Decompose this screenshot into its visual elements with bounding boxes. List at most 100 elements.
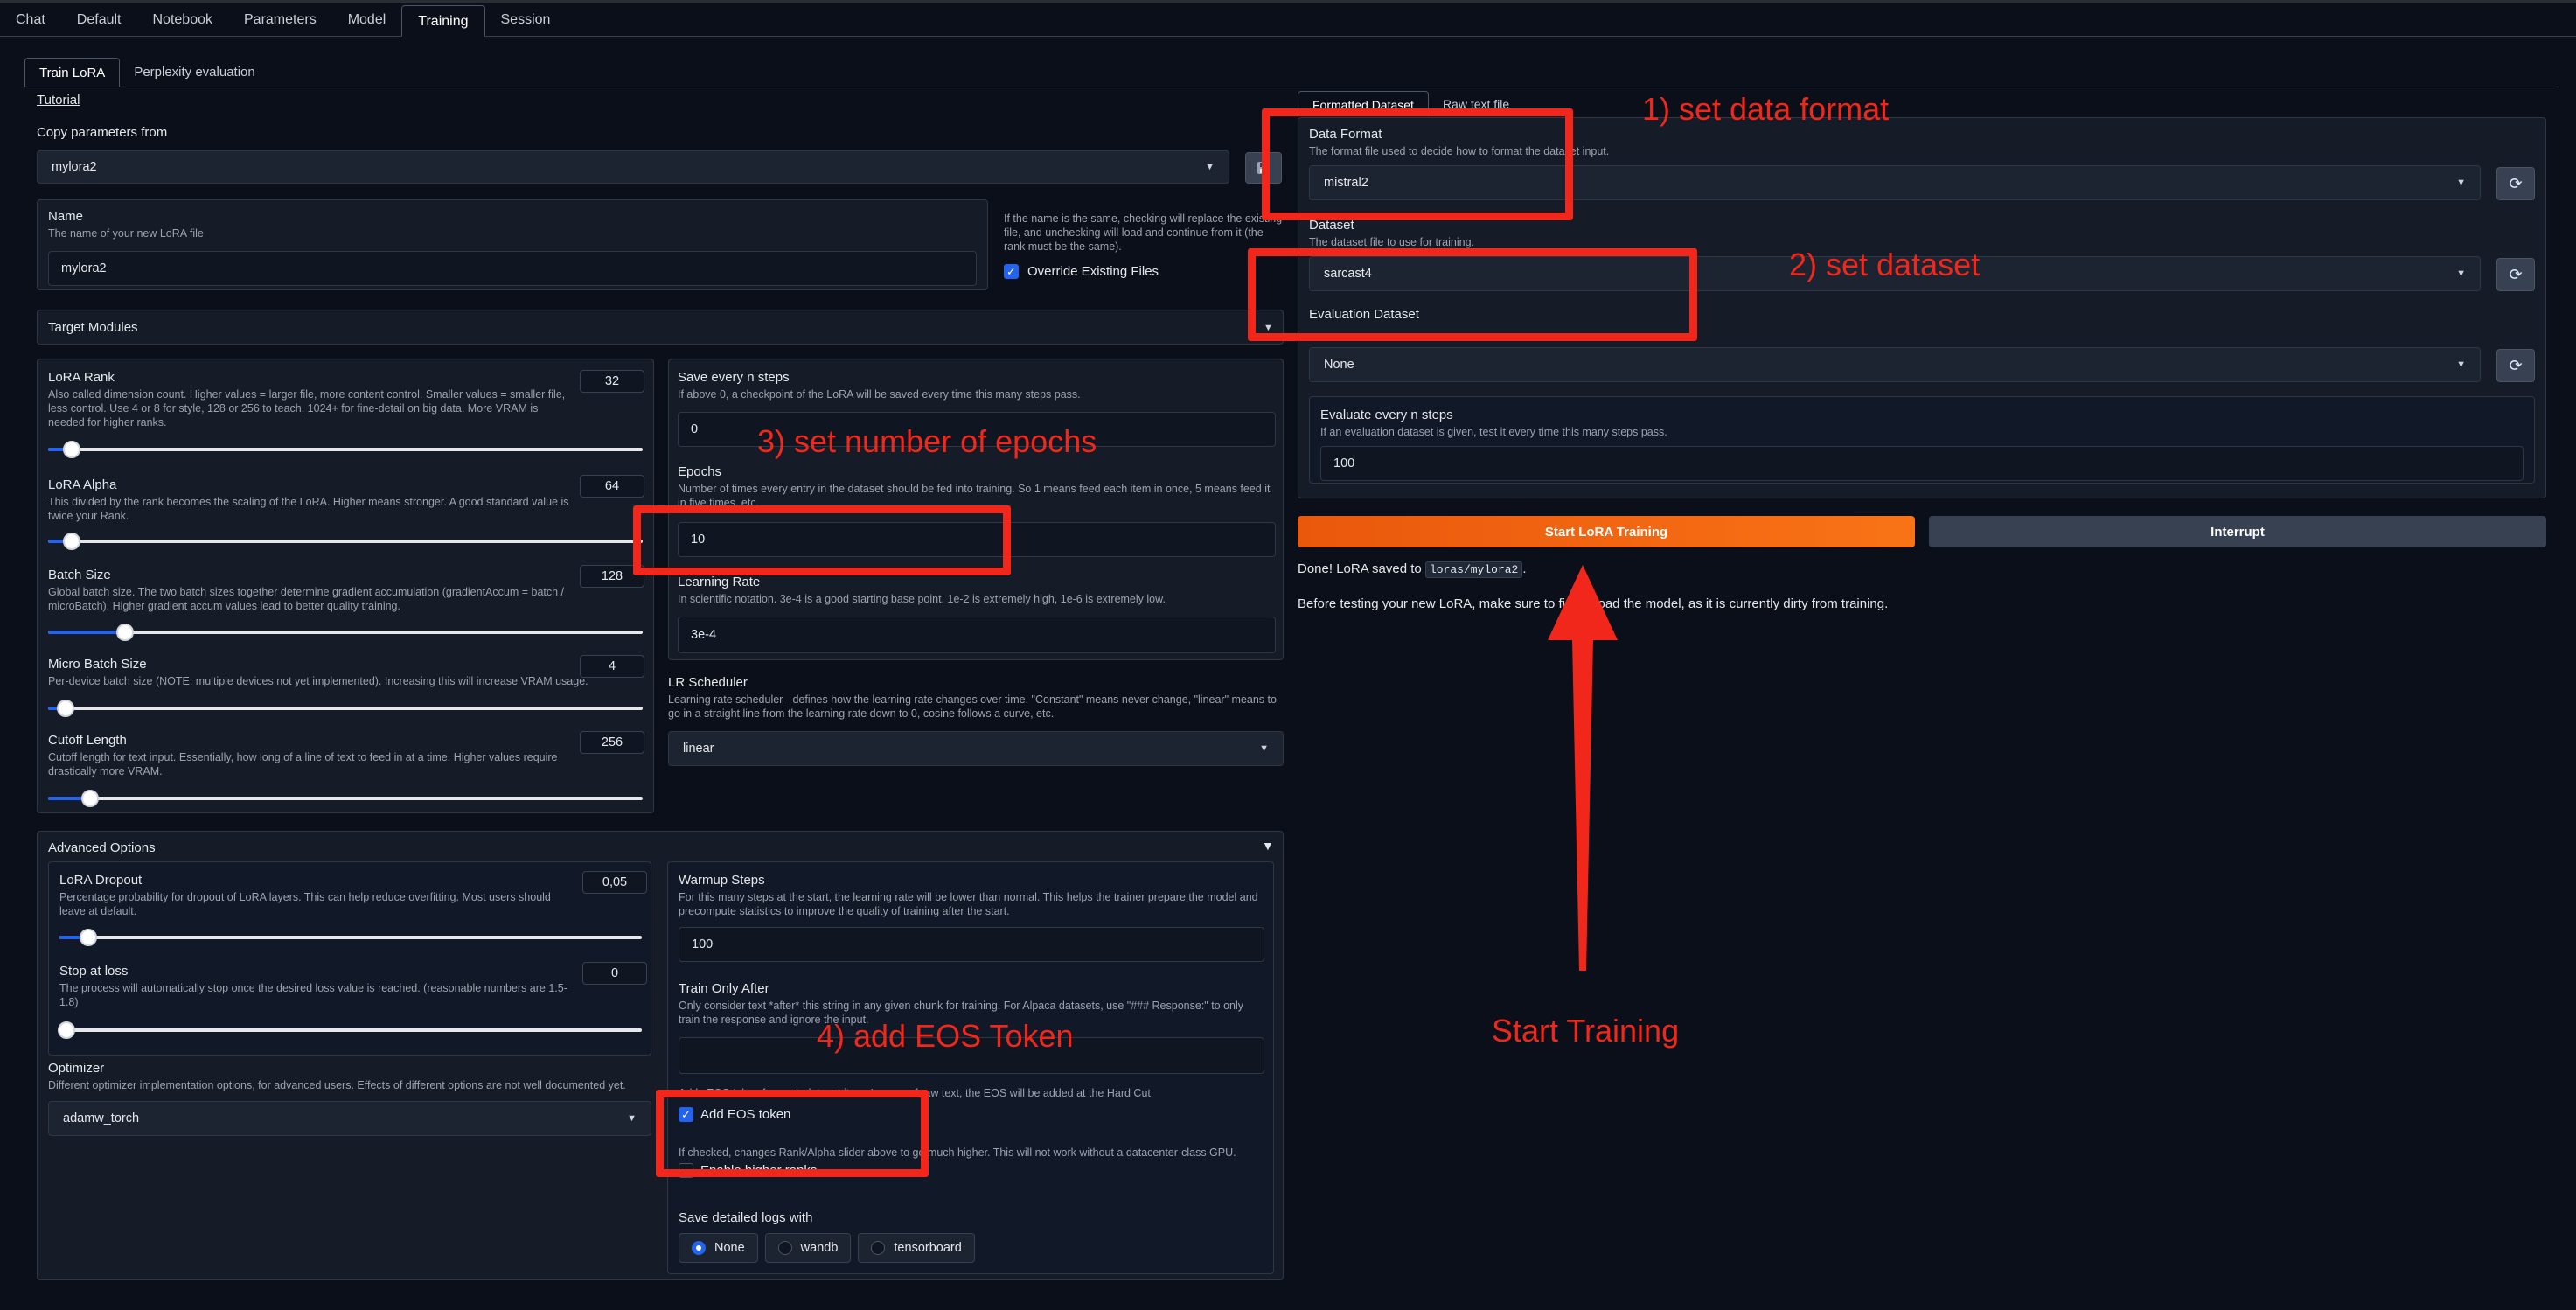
sub-tabs: Train LoRA Perplexity evaluation <box>24 56 269 87</box>
warmup-label: Warmup Steps <box>679 873 765 888</box>
refresh-icon[interactable]: ⟳ <box>2496 258 2535 291</box>
radio-unselected[interactable] <box>777 1241 792 1255</box>
radio-selected[interactable] <box>692 1241 706 1255</box>
lr-scheduler-dropdown[interactable]: linear ▼ <box>668 731 1284 766</box>
optimizer-value: adamw_torch <box>63 1111 140 1125</box>
logs-option-none[interactable]: None <box>679 1233 758 1263</box>
name-desc: The name of your new LoRA file <box>48 227 204 240</box>
annotation-text-3: 3) set number of epochs <box>757 423 1097 459</box>
slider-knob[interactable] <box>63 533 81 550</box>
chevron-down-icon: ▼ <box>2456 268 2466 279</box>
copy-params-label: Copy parameters from <box>37 125 168 140</box>
optimizer-label: Optimizer <box>48 1061 105 1076</box>
epochs-desc: Number of times every entry in the datas… <box>678 483 1271 506</box>
logs-option-wandb[interactable]: wandb <box>764 1233 852 1263</box>
tab-model[interactable]: Model <box>332 4 402 36</box>
lr-scheduler-desc: Learning rate scheduler - defines how th… <box>668 693 1277 720</box>
micro-batch-desc: Per-device batch size (NOTE: multiple de… <box>48 675 588 687</box>
interrupt-button[interactable]: Interrupt <box>1929 516 2546 547</box>
lora-dropout-label: LoRA Dropout <box>59 873 143 888</box>
eval-steps-value: 100 <box>1333 456 1355 470</box>
lora-rank-slider[interactable] <box>48 441 643 458</box>
batch-size-desc: Global batch size. The two batch sizes t… <box>48 586 565 612</box>
batch-size-label: Batch Size <box>48 568 111 582</box>
advanced-options-label[interactable]: Advanced Options <box>48 840 156 855</box>
chevron-down-icon: ▼ <box>1259 743 1269 754</box>
tab-parameters[interactable]: Parameters <box>228 4 332 36</box>
slider-knob[interactable] <box>80 790 99 807</box>
name-panel: Name The name of your new LoRA file mylo… <box>37 199 988 290</box>
eval-steps-group: Evaluate every n steps If an evaluation … <box>1309 396 2535 484</box>
tab-default[interactable]: Default <box>61 4 137 36</box>
annotation-arrow-icon <box>1548 565 1618 971</box>
cutoff-length-desc: Cutoff length for text input. Essentiall… <box>48 751 558 777</box>
micro-batch-label: Micro Batch Size <box>48 657 147 672</box>
optimizer-dropdown[interactable]: adamw_torch ▼ <box>48 1101 651 1136</box>
micro-batch-slider[interactable] <box>48 700 643 717</box>
tab-session[interactable]: Session <box>485 4 567 36</box>
lora-dropout-slider[interactable] <box>59 929 642 946</box>
annotation-text-5: Start Training <box>1492 1013 1680 1049</box>
tutorial-link[interactable]: Tutorial <box>37 93 80 108</box>
cutoff-length-input[interactable]: 256 <box>580 731 644 754</box>
logs-option-tensorboard[interactable]: tensorboard <box>858 1233 975 1263</box>
tab-perplexity-evaluation[interactable]: Perplexity evaluation <box>120 58 268 87</box>
tab-train-lora[interactable]: Train LoRA <box>24 58 121 87</box>
learning-rate-input[interactable]: 3e-4 <box>678 617 1276 653</box>
annotation-text-1: 1) set data format <box>1642 91 1890 127</box>
eval-steps-desc: If an evaluation dataset is given, test … <box>1320 426 1667 438</box>
slider-knob[interactable] <box>57 700 75 717</box>
stop-loss-slider[interactable] <box>58 1021 642 1039</box>
annotation-box-epochs <box>633 505 1011 575</box>
refresh-icon[interactable]: ⟳ <box>2496 349 2535 382</box>
slider-knob[interactable] <box>63 441 81 458</box>
lora-alpha-input[interactable]: 64 <box>580 475 644 498</box>
lora-alpha-slider[interactable] <box>48 533 643 550</box>
start-lora-training-button[interactable]: Start LoRA Training <box>1298 516 1915 547</box>
lora-dropout-input[interactable]: 0,05 <box>582 871 647 894</box>
name-label: Name <box>48 209 84 224</box>
copy-params-dropdown[interactable]: mylora2 ▼ <box>37 150 1229 184</box>
cutoff-length-slider[interactable] <box>48 790 643 807</box>
status-path: loras/mylora2 <box>1424 561 1523 578</box>
eval-steps-label: Evaluate every n steps <box>1320 408 1453 422</box>
annotation-text-4: 4) add EOS Token <box>817 1018 1074 1054</box>
eval-dataset-dropdown[interactable]: None ▼ <box>1309 347 2481 382</box>
eval-dataset-value: None <box>1324 358 1354 372</box>
refresh-icon[interactable]: ⟳ <box>2496 167 2535 200</box>
override-checkbox-row[interactable]: ✓ Override Existing Files <box>1004 264 1159 279</box>
lora-rank-desc: Also called dimension count. Higher valu… <box>48 388 566 429</box>
eval-steps-input[interactable]: 100 <box>1320 446 2524 481</box>
annotation-text-2: 2) set dataset <box>1789 247 1981 282</box>
override-label: Override Existing Files <box>1027 264 1159 279</box>
warmup-desc: For this many steps at the start, the le… <box>679 891 1258 917</box>
annotation-box-dataset <box>1248 248 1697 341</box>
tab-training[interactable]: Training <box>401 5 485 37</box>
warmup-input[interactable]: 100 <box>679 927 1264 962</box>
dropout-stoploss-group: LoRA Dropout 0,05 Percentage probability… <box>48 861 651 1056</box>
optimizer-desc: Different optimizer implementation optio… <box>48 1079 626 1091</box>
stop-loss-input[interactable]: 0 <box>582 962 647 985</box>
logs-option-label: None <box>714 1241 745 1255</box>
name-value: mylora2 <box>61 261 107 275</box>
target-modules-accordion[interactable]: Target Modules ▼ <box>37 310 1284 345</box>
lora-rank-input[interactable]: 32 <box>580 370 644 393</box>
annotation-box-data-format <box>1262 108 1573 220</box>
collapse-icon[interactable]: ▼ <box>1262 839 1274 853</box>
tab-chat[interactable]: Chat <box>0 4 61 36</box>
advanced-options-panel: Advanced Options ▼ LoRA Dropout 0,05 Per… <box>37 831 1284 1280</box>
override-checkbox[interactable]: ✓ <box>1004 264 1019 279</box>
save-steps-label: Save every n steps <box>678 370 790 385</box>
slider-knob[interactable] <box>80 929 98 946</box>
slider-knob[interactable] <box>116 624 135 641</box>
logs-option-label: wandb <box>800 1241 839 1255</box>
chevron-down-icon: ▼ <box>627 1113 637 1124</box>
sliders-panel: LoRA Rank 32 Also called dimension count… <box>37 359 654 813</box>
status-message: Done! LoRA saved to loras/mylora2. <box>1298 561 1527 578</box>
slider-knob[interactable] <box>58 1021 75 1039</box>
radio-unselected[interactable] <box>871 1241 886 1255</box>
batch-size-slider[interactable] <box>48 624 643 641</box>
save-steps-value: 0 <box>691 422 699 436</box>
name-input[interactable]: mylora2 <box>48 251 977 286</box>
tab-notebook[interactable]: Notebook <box>137 4 229 36</box>
